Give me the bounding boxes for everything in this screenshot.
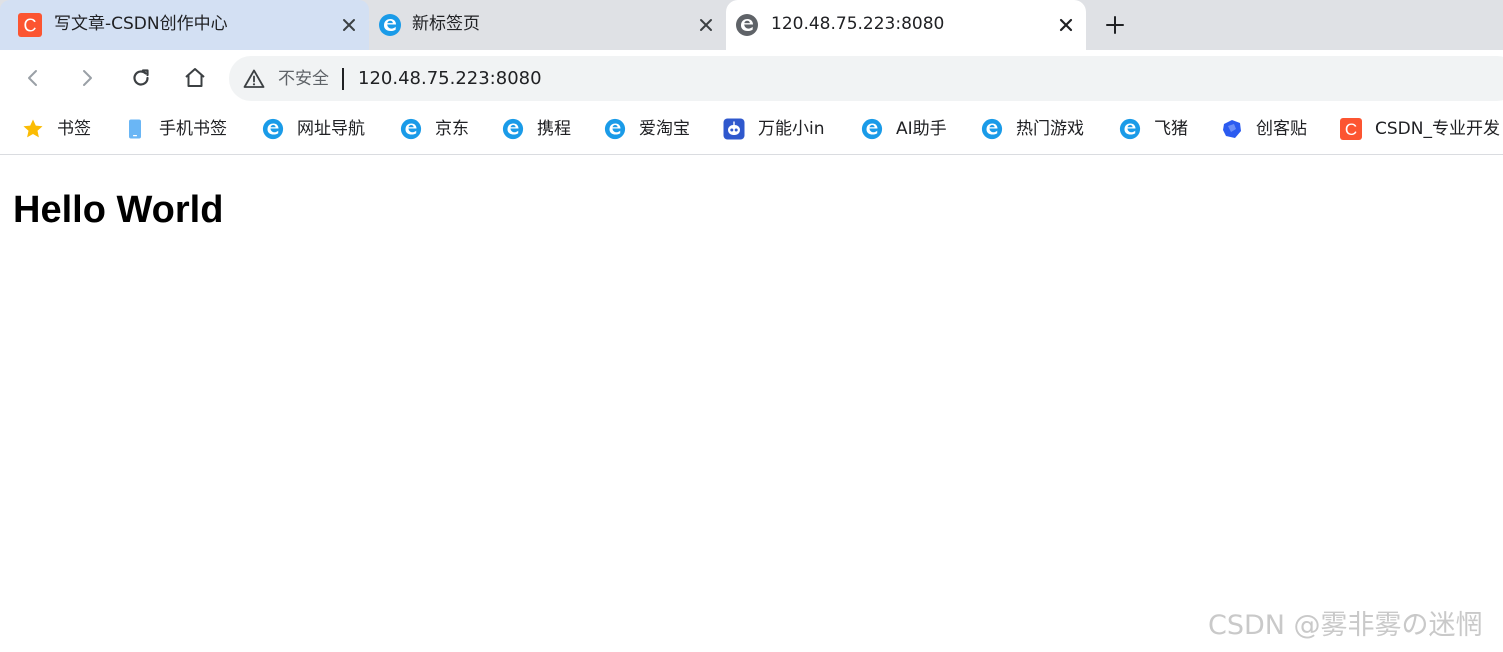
edge-e-icon [262, 118, 284, 140]
chevron-right-icon [83, 70, 92, 86]
close-icon[interactable] [1056, 15, 1076, 35]
close-icon[interactable] [339, 15, 359, 35]
not-secure-label[interactable]: 不安全 [278, 68, 329, 90]
csdn-logo-icon: C [1340, 118, 1362, 140]
url-text[interactable]: 120.48.75.223:8080 [358, 68, 542, 90]
bookmark-label: 携程 [537, 119, 571, 139]
bookmark-label: 手机书签 [159, 119, 227, 139]
bookmark-item[interactable]: 爱淘宝 [604, 117, 690, 141]
robot-icon [723, 118, 745, 140]
bookmark-item[interactable]: AI助手 [861, 117, 947, 141]
csdn-logo-icon: C [18, 13, 42, 37]
bookmark-item[interactable]: 网址导航 [262, 117, 365, 141]
close-icon[interactable] [696, 15, 716, 35]
bookmark-label: 万能小in [758, 119, 825, 139]
chuangketie-icon [1223, 120, 1241, 138]
phone-icon [129, 119, 141, 139]
edge-e-icon [981, 118, 1003, 140]
reload-icon [133, 69, 149, 86]
tab-new-tab[interactable]: 新标签页 [369, 0, 726, 50]
warning-triangle-icon[interactable] [243, 68, 265, 90]
new-tab-button[interactable] [1100, 10, 1130, 40]
home-icon [185, 68, 205, 87]
bookmark-label: CSDN_专业开发 [1375, 119, 1500, 139]
bookmark-label: 京东 [435, 119, 469, 139]
bookmark-item[interactable]: C CSDN_专业开发 [1340, 117, 1500, 141]
edge-e-icon [1119, 118, 1141, 140]
bookmark-item[interactable]: 京东 [400, 117, 469, 141]
home-button[interactable] [180, 63, 210, 93]
bookmark-item[interactable]: 万能小in [723, 117, 825, 141]
tab-title: 新标签页 [412, 14, 480, 34]
edge-e-icon [861, 118, 883, 140]
back-button[interactable] [18, 63, 48, 93]
bookmarks-bar: 书签 手机书签 网址导航 京东 携程 爱淘宝 万能小in AI助手 热门游戏 飞… [0, 105, 1503, 155]
page-heading: Hello World [13, 189, 224, 231]
bookmark-item[interactable]: 携程 [502, 117, 571, 141]
svg-text:C: C [1345, 120, 1357, 139]
forward-button[interactable] [72, 63, 102, 93]
edge-e-gray-icon [736, 14, 758, 36]
edge-e-icon [379, 14, 401, 36]
bookmark-label: 网址导航 [297, 119, 365, 139]
tab-csdn-editor[interactable]: C 写文章-CSDN创作中心 [0, 0, 369, 50]
star-icon [23, 119, 43, 138]
bookmark-item[interactable]: 书签 [22, 117, 91, 141]
bookmark-label: AI助手 [896, 119, 947, 139]
bookmark-label: 爱淘宝 [639, 119, 690, 139]
tab-title: 写文章-CSDN创作中心 [54, 14, 228, 34]
address-bar[interactable]: 不安全 120.48.75.223:8080 [229, 56, 1503, 101]
bookmark-label: 飞猪 [1154, 119, 1188, 139]
bookmark-item[interactable]: 飞猪 [1119, 117, 1188, 141]
tab-title: 120.48.75.223:8080 [771, 14, 945, 34]
tab-strip: C 写文章-CSDN创作中心 新标签页 120.48.75.223:8080 [0, 0, 1503, 50]
bookmark-label: 书签 [57, 119, 91, 139]
edge-e-icon [502, 118, 524, 140]
svg-text:C: C [24, 16, 37, 36]
edge-e-icon [400, 118, 422, 140]
reload-button[interactable] [126, 63, 156, 93]
bookmark-item[interactable]: 热门游戏 [981, 117, 1084, 141]
bookmark-item[interactable]: 手机书签 [124, 117, 227, 141]
tab-active-localhost[interactable]: 120.48.75.223:8080 [726, 0, 1086, 50]
edge-e-icon [604, 118, 626, 140]
watermark-text: CSDN @雾非雾の迷惘 [1208, 610, 1483, 641]
chevron-left-icon [28, 70, 37, 86]
bookmark-label: 创客贴 [1256, 119, 1307, 139]
bookmark-label: 热门游戏 [1016, 119, 1084, 139]
address-divider [342, 68, 344, 90]
plus-icon [1106, 16, 1124, 34]
navigation-toolbar: 不安全 120.48.75.223:8080 [0, 50, 1503, 105]
bookmark-item[interactable]: 创客贴 [1221, 117, 1307, 141]
